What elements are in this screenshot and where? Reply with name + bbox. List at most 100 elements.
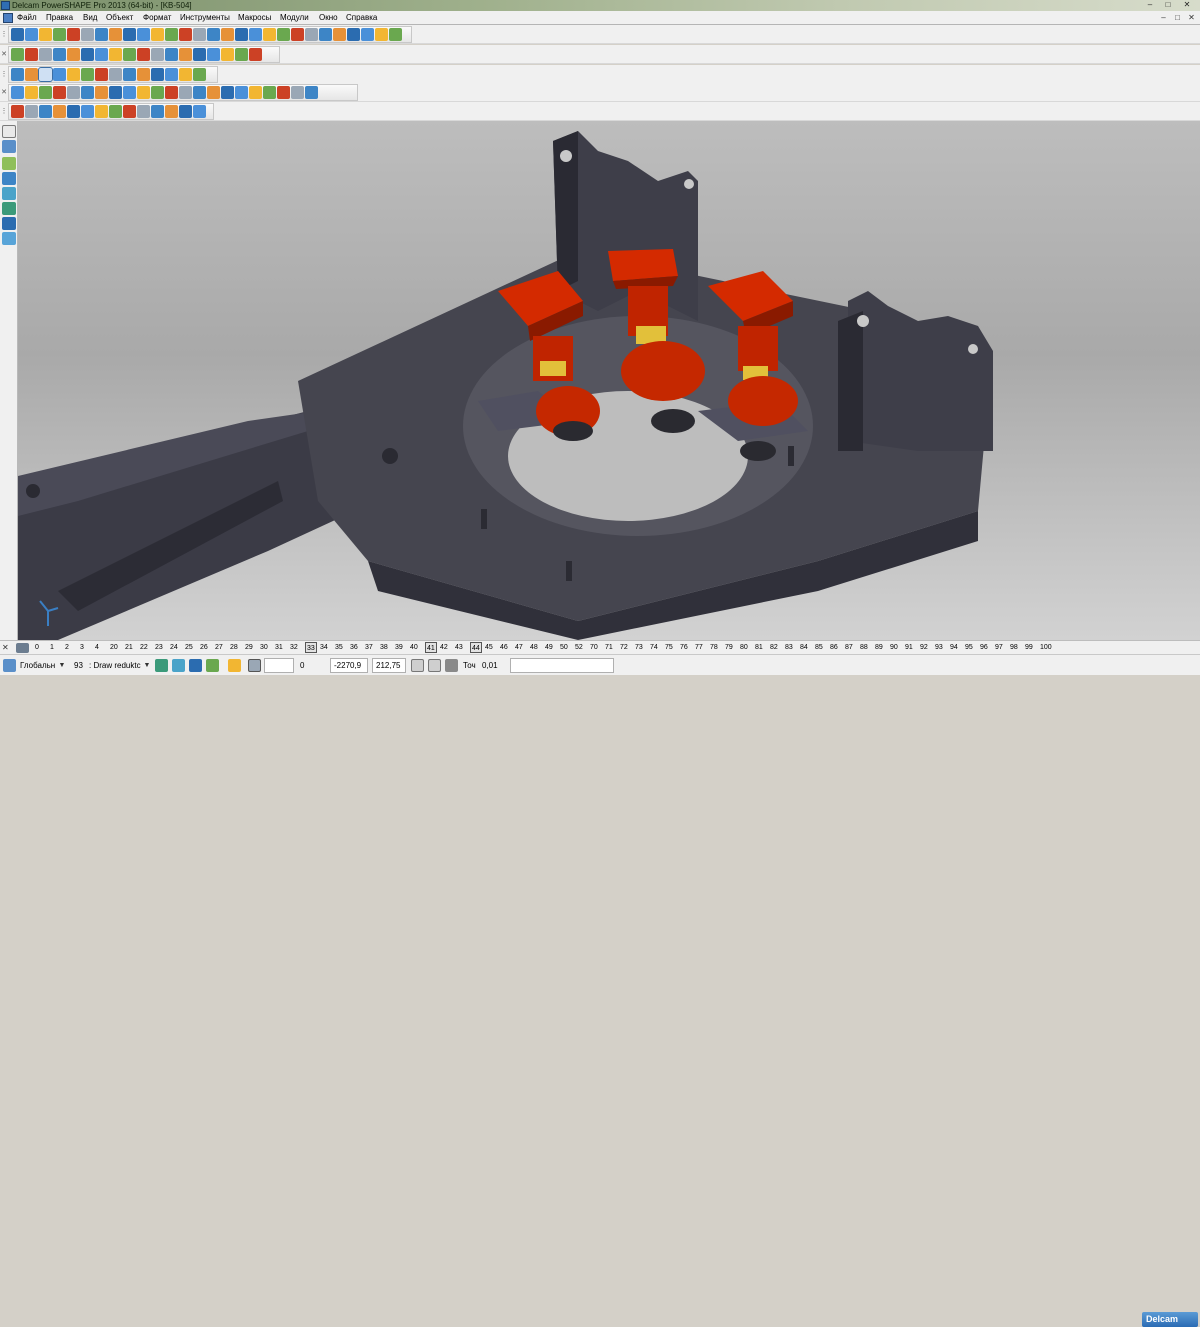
level-button[interactable]: 33 (305, 642, 317, 653)
level-button[interactable]: 38 (380, 642, 388, 653)
level-button[interactable]: 35 (335, 642, 343, 653)
toolbar-button-icon[interactable] (109, 48, 122, 61)
workplane-icon[interactable] (3, 659, 16, 672)
level-button[interactable]: 80 (740, 642, 748, 653)
menu-window[interactable]: Окно (319, 11, 338, 25)
toolbar-button-icon[interactable] (11, 48, 24, 61)
menu-object[interactable]: Объект (106, 11, 133, 25)
level-button[interactable]: 52 (575, 642, 583, 653)
level-button[interactable]: 88 (860, 642, 868, 653)
grid-field[interactable] (264, 658, 294, 673)
level-button[interactable]: 82 (770, 642, 778, 653)
toolbar-button-icon[interactable] (67, 48, 80, 61)
toolbar-button-icon[interactable] (151, 48, 164, 61)
toolbar-button-icon[interactable] (25, 48, 38, 61)
toolbar-button-icon[interactable] (81, 105, 94, 118)
grid-icon[interactable] (248, 659, 261, 672)
toolbar-grip[interactable]: ⋮ (0, 27, 8, 42)
cube-icon[interactable] (155, 659, 168, 672)
toolbar-button-icon[interactable] (277, 28, 290, 41)
toolbar-button-icon[interactable] (179, 105, 192, 118)
toolbar-button-icon[interactable] (193, 68, 206, 81)
toolbar-button-icon[interactable] (81, 48, 94, 61)
level-button[interactable]: 90 (890, 642, 898, 653)
toolbar-button-icon[interactable] (193, 28, 206, 41)
toolbar-button-icon[interactable] (277, 86, 290, 99)
toolbar-button-icon[interactable] (235, 48, 248, 61)
level-button[interactable]: 21 (125, 642, 133, 653)
toolbar-button-icon[interactable] (333, 28, 346, 41)
level-button[interactable]: 70 (590, 642, 598, 653)
level-button[interactable]: 31 (275, 642, 283, 653)
toolbar-button-icon[interactable] (207, 48, 220, 61)
level-button[interactable]: 99 (1025, 642, 1033, 653)
level-button[interactable]: 87 (845, 642, 853, 653)
levels-icon[interactable] (16, 643, 29, 653)
toolbar-button-icon[interactable] (137, 68, 150, 81)
toolbar-button-icon[interactable] (263, 86, 276, 99)
level-button[interactable]: 50 (560, 642, 568, 653)
toolbar-button-icon[interactable] (39, 48, 52, 61)
toolbar-button-icon[interactable] (151, 105, 164, 118)
toolbar-button-icon[interactable] (179, 48, 192, 61)
document-icon[interactable] (3, 13, 13, 23)
close-button[interactable]: ✕ (1180, 0, 1194, 10)
toolbar-button-icon[interactable] (109, 28, 122, 41)
level-button[interactable]: 48 (530, 642, 538, 653)
curve-icon[interactable] (2, 187, 16, 200)
tolerance-value[interactable]: 0,01 (482, 659, 498, 672)
level-button[interactable]: 71 (605, 642, 613, 653)
mdi-minimize-button[interactable]: – (1158, 12, 1169, 23)
toolbar-button-icon[interactable] (95, 28, 108, 41)
level-button[interactable]: 4 (95, 642, 99, 653)
level-button[interactable]: 0 (35, 642, 39, 653)
toolbar-button-icon[interactable] (53, 68, 66, 81)
level-button[interactable]: 75 (665, 642, 673, 653)
toolbar-button-icon[interactable] (123, 68, 136, 81)
level-button[interactable]: 32 (290, 642, 298, 653)
level-button[interactable]: 96 (980, 642, 988, 653)
toolbar-button-icon[interactable] (235, 86, 248, 99)
toolbar-button-icon[interactable] (389, 28, 402, 41)
level-button[interactable]: 1 (50, 642, 54, 653)
level-button[interactable]: 81 (755, 642, 763, 653)
level-button[interactable]: 43 (455, 642, 463, 653)
toolbar-button-icon[interactable] (11, 28, 24, 41)
toolbar-grip[interactable]: ⋮ (0, 67, 8, 82)
shaded-cube-icon[interactable] (172, 659, 185, 672)
toolbar-button-icon[interactable] (95, 48, 108, 61)
level-button[interactable]: 91 (905, 642, 913, 653)
level-button[interactable]: 25 (185, 642, 193, 653)
level-button[interactable]: 92 (920, 642, 928, 653)
level-button[interactable]: 44 (470, 642, 482, 653)
toolbar-button-icon[interactable] (165, 86, 178, 99)
toolbar-button-icon[interactable] (81, 28, 94, 41)
toolbar-button-icon[interactable] (193, 86, 206, 99)
level-button[interactable]: 84 (800, 642, 808, 653)
workplane-select[interactable]: Глобальн (20, 659, 55, 672)
level-button[interactable]: 73 (635, 642, 643, 653)
toolbar-button-icon[interactable] (67, 28, 80, 41)
menu-edit[interactable]: Правка (46, 11, 73, 25)
line-icon[interactable] (2, 157, 16, 170)
toolbar-button-icon[interactable] (81, 68, 94, 81)
toolbar-button-icon[interactable] (53, 105, 66, 118)
toolbar-button-icon[interactable] (151, 28, 164, 41)
toolbar-button-icon[interactable] (221, 28, 234, 41)
toolbar-button-icon[interactable] (39, 105, 52, 118)
level-button[interactable]: 23 (155, 642, 163, 653)
general-edit-icon[interactable] (2, 140, 16, 153)
toolbar-button-icon[interactable] (319, 28, 332, 41)
toolbar-button-icon[interactable] (249, 28, 262, 41)
toolbar-button-icon[interactable] (305, 86, 318, 99)
solid-icon[interactable] (2, 217, 16, 230)
arc-icon[interactable] (2, 172, 16, 185)
toolbar-button-icon[interactable] (375, 28, 388, 41)
level-button[interactable]: 85 (815, 642, 823, 653)
level-button[interactable]: 98 (1010, 642, 1018, 653)
coordinate-x-field[interactable]: -2270,9 (330, 658, 368, 673)
surface-icon[interactable] (2, 202, 16, 215)
level-button[interactable]: 95 (965, 642, 973, 653)
level-button[interactable]: 37 (365, 642, 373, 653)
toolbar-button-icon[interactable] (53, 48, 66, 61)
